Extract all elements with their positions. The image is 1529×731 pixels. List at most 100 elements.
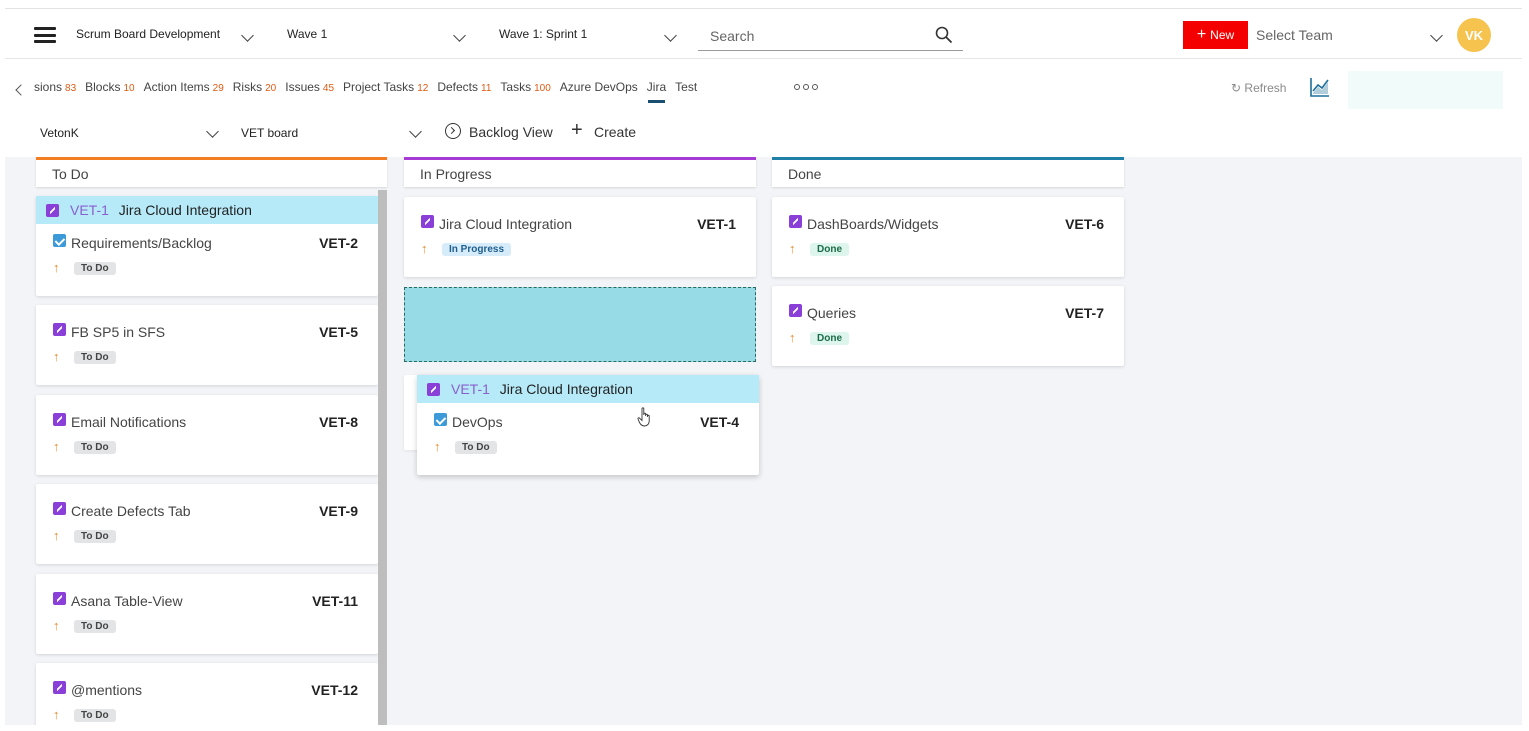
tab-count: 10	[123, 83, 135, 94]
priority-arrow-icon: ↑	[421, 241, 428, 256]
tab-blocks[interactable]: Blocks 10	[85, 80, 134, 94]
issue-card[interactable]: Asana Table-View VET-11 ↑ To Do	[36, 574, 378, 654]
create-icon[interactable]: +	[571, 119, 583, 142]
tab-count: 83	[65, 83, 77, 94]
app-window: Scrum Board Development Wave 1 Wave 1: S…	[5, 8, 1522, 725]
parent-key: VET-1	[451, 381, 490, 397]
board-toolbar: VetonK VET board Backlog View + Create	[5, 119, 1522, 149]
create-label: Create	[594, 124, 637, 140]
tab-risks[interactable]: Risks 20	[233, 80, 276, 94]
tab-azure-devops[interactable]: Azure DevOps	[560, 80, 638, 94]
parent-key: VET-1	[70, 202, 109, 218]
card-key: VET-4	[700, 414, 739, 430]
status-badge: Done	[810, 243, 849, 256]
tab-jira[interactable]: Jira	[647, 80, 666, 103]
chevron-down-icon[interactable]	[206, 125, 219, 138]
chart-icon[interactable]	[1309, 76, 1331, 98]
priority-arrow-icon: ↑	[53, 260, 60, 275]
card-key: VET-12	[311, 682, 358, 698]
tab-issues[interactable]: Issues 45	[285, 80, 334, 94]
tab-count: 20	[265, 83, 277, 94]
tab-action-items[interactable]: Action Items 29	[144, 80, 224, 94]
card-key: VET-6	[1065, 216, 1104, 232]
parent-title: Jira Cloud Integration	[499, 381, 633, 397]
status-badge: To Do	[74, 530, 116, 543]
sprint-dropdown-label: Wave 1: Sprint 1	[499, 27, 588, 41]
new-button-label: New	[1210, 28, 1235, 42]
drop-target-placeholder[interactable]	[404, 287, 756, 362]
tab-label: Tasks	[500, 80, 532, 94]
new-button[interactable]: + New	[1183, 21, 1248, 49]
tab-test[interactable]: Test	[675, 80, 697, 94]
tab-tasks[interactable]: Tasks 100	[500, 80, 550, 94]
avatar[interactable]: VK	[1457, 18, 1491, 52]
status-badge: In Progress	[442, 243, 512, 256]
card-title: Asana Table-View	[71, 593, 183, 609]
parent-issue-bar[interactable]: VET-1 Jira Cloud Integration	[417, 375, 759, 403]
status-badge: To Do	[74, 620, 116, 633]
sprint-dropdown[interactable]: Wave 1: Sprint 1	[499, 27, 587, 41]
dragged-issue-card[interactable]: VET-1 Jira Cloud Integration DevOps VET-…	[417, 375, 759, 475]
priority-arrow-icon: ↑	[434, 439, 441, 454]
card-title: Create Defects Tab	[71, 503, 191, 519]
board-select[interactable]: VET board	[241, 126, 298, 140]
card-title: DashBoards/Widgets	[807, 216, 939, 232]
story-icon	[789, 304, 802, 317]
issue-card[interactable]: Queries VET-7 ↑ Done	[772, 286, 1124, 366]
priority-arrow-icon: ↑	[789, 241, 796, 256]
team-select-label: Select Team	[1256, 27, 1333, 43]
tab-list: sions 83 Blocks 10 Action Items 29 Risks 20 …	[34, 80, 706, 103]
card-key: VET-1	[697, 216, 736, 232]
project-dropdown[interactable]: Scrum Board Development	[76, 27, 220, 41]
wave-dropdown-label: Wave 1	[287, 27, 328, 41]
parent-issue-bar[interactable]: VET-1 Jira Cloud Integration	[36, 196, 378, 224]
card-title: Requirements/Backlog	[71, 235, 212, 251]
tab-label: Issues	[285, 80, 320, 94]
chevron-down-icon[interactable]	[664, 29, 677, 42]
priority-arrow-icon: ↑	[789, 330, 796, 345]
column-scrollbar[interactable]	[378, 190, 387, 725]
search-input[interactable]	[710, 25, 920, 47]
priority-arrow-icon: ↑	[53, 349, 60, 364]
create-button[interactable]: Create	[594, 124, 636, 140]
chevron-down-icon[interactable]	[409, 125, 422, 138]
refresh-button[interactable]: ↻ Refresh	[1231, 81, 1286, 95]
column-title: To Do	[52, 166, 89, 182]
chevron-down-icon[interactable]	[453, 29, 466, 42]
tab-defects[interactable]: Defects 11	[437, 80, 491, 94]
user-select[interactable]: VetonK	[40, 126, 79, 140]
module-tabs: sions 83 Blocks 10 Action Items 29 Risks 20 …	[5, 71, 1522, 109]
tab-project-tasks[interactable]: Project Tasks 12	[343, 80, 428, 94]
tab-sessions[interactable]: sions 83	[34, 80, 76, 94]
column-header-done: Done	[772, 157, 1124, 187]
chevron-down-icon[interactable]	[1430, 29, 1443, 42]
priority-arrow-icon: ↑	[53, 618, 60, 633]
priority-arrow-icon: ↑	[53, 439, 60, 454]
tab-label: Risks	[232, 80, 263, 94]
issue-card[interactable]: DashBoards/Widgets VET-6 ↑ Done	[772, 197, 1124, 277]
story-icon	[53, 413, 66, 426]
issue-card[interactable]: FB SP5 in SFS VET-5 ↑ To Do	[36, 305, 378, 385]
issue-card[interactable]: VET-1 Jira Cloud Integration Requirement…	[36, 196, 378, 296]
issue-card[interactable]: @mentions VET-12 ↑ To Do	[36, 663, 378, 725]
search-icon[interactable]	[935, 26, 953, 44]
status-badge: To Do	[74, 351, 116, 364]
issue-card[interactable]: Jira Cloud Integration VET-1 ↑ In Progre…	[404, 197, 756, 277]
backlog-view-button[interactable]: Backlog View	[469, 124, 553, 140]
issue-card[interactable]: Email Notifications VET-8 ↑ To Do	[36, 395, 378, 475]
wave-dropdown[interactable]: Wave 1	[287, 27, 327, 41]
tab-count: 100	[534, 83, 551, 94]
story-icon	[53, 681, 66, 694]
team-select[interactable]: Select Team	[1256, 27, 1333, 43]
chevron-left-icon[interactable]	[15, 84, 27, 96]
menu-icon[interactable]	[34, 27, 56, 43]
column-header-in-progress: In Progress	[404, 157, 756, 187]
issue-card[interactable]: Create Defects Tab VET-9 ↑ To Do	[36, 484, 378, 564]
chevron-down-icon[interactable]	[241, 29, 254, 42]
column-header-todo: To Do	[36, 157, 387, 187]
column-title: In Progress	[420, 166, 492, 182]
more-options-icon[interactable]	[794, 84, 818, 90]
task-icon	[53, 234, 66, 247]
backlog-view-icon[interactable]	[445, 123, 461, 139]
card-key: VET-8	[319, 414, 358, 430]
